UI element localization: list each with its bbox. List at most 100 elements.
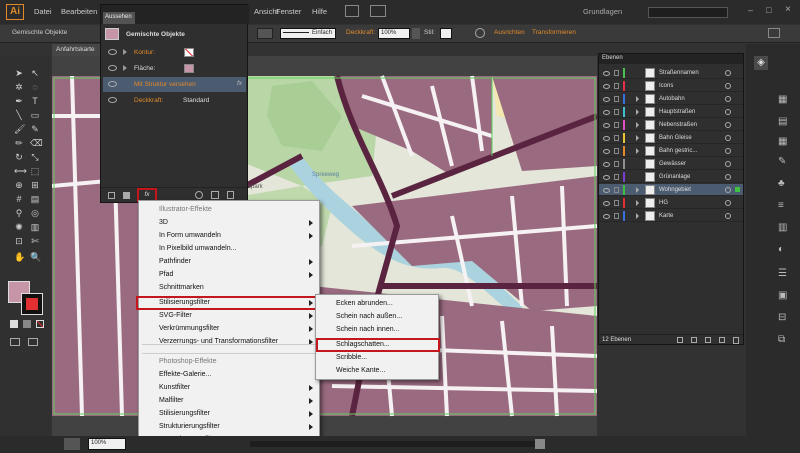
layer-row[interactable]: Hauptstraßen <box>599 106 743 118</box>
close-icon[interactable]: × <box>785 4 791 15</box>
layer-row[interactable]: HG <box>599 197 743 209</box>
stylize-menu-item[interactable]: Scribble... <box>316 352 438 364</box>
lock-icon[interactable] <box>614 174 619 180</box>
visibility-eye-icon[interactable] <box>603 214 610 219</box>
effects-menu-item[interactable]: Stilisierungsfilter <box>139 408 319 420</box>
menu-ansicht[interactable]: Ansicht <box>254 7 279 16</box>
appearance-tab[interactable]: Aussehen <box>103 12 135 24</box>
recolor-icon[interactable] <box>475 28 485 38</box>
expand-triangle-icon[interactable] <box>636 135 639 141</box>
expand-triangle-icon[interactable] <box>636 213 639 219</box>
visibility-eye-icon[interactable] <box>108 49 117 55</box>
effects-menu-item[interactable]: Pathfinder <box>139 256 319 268</box>
scale-icon[interactable]: ⤡ <box>30 152 40 162</box>
workspace-switcher[interactable]: Grundlagen <box>583 7 622 16</box>
blend-tool-icon[interactable]: ◎ <box>30 208 40 218</box>
stylize-menu-item[interactable]: Ecken abrunden... <box>316 298 438 310</box>
arrange-documents-icon[interactable] <box>370 5 386 17</box>
lock-icon[interactable] <box>614 161 619 167</box>
transparency-dock-icon[interactable]: ◐ <box>778 244 784 255</box>
clipping-mask-icon[interactable] <box>691 337 697 343</box>
graphic-style-swatch[interactable] <box>440 28 452 39</box>
target-circle-icon[interactable] <box>725 213 731 219</box>
opacity-dropdown-icon[interactable] <box>412 28 420 39</box>
target-circle-icon[interactable] <box>725 148 731 154</box>
visibility-eye-icon[interactable] <box>603 110 610 115</box>
type-tool-icon[interactable]: T <box>30 96 40 106</box>
fill-swatch-small[interactable] <box>184 64 194 73</box>
stylize-menu-item[interactable]: Weiche Kante... <box>316 365 438 377</box>
opacity-row-link[interactable]: Deckkraft: <box>134 97 163 104</box>
effects-menu-item[interactable]: 3D <box>139 217 319 229</box>
layer-row[interactable]: Wohngebiet <box>599 184 743 196</box>
visibility-eye-icon[interactable] <box>108 65 117 71</box>
effects-menu-item[interactable]: Pfad <box>139 269 319 281</box>
magic-wand-icon[interactable]: ✲ <box>14 82 24 92</box>
line-tool-icon[interactable]: ╲ <box>14 110 24 120</box>
appearance-row-texturizer[interactable]: Mit Struktur versehen fx <box>103 77 246 92</box>
gradient-mode-icon[interactable] <box>23 320 31 328</box>
target-circle-icon[interactable] <box>725 174 731 180</box>
rectangle-tool-icon[interactable]: ▭ <box>30 110 40 120</box>
expand-triangle-icon[interactable] <box>123 49 127 55</box>
stylize-menu-item[interactable]: Schein nach innen... <box>316 324 438 336</box>
artboard-tool-icon[interactable]: ⊡ <box>14 236 24 246</box>
target-circle-icon[interactable] <box>725 70 731 76</box>
visibility-eye-icon[interactable] <box>108 97 117 103</box>
effects-menu-item[interactable]: Verzerrungs- und Transformationsfilter <box>139 336 319 348</box>
control-menu-icon[interactable] <box>768 28 780 38</box>
opacity-link[interactable]: Deckkraft: <box>346 29 375 36</box>
menu-fenster[interactable]: Fenster <box>276 7 301 16</box>
add-fill-icon[interactable] <box>123 192 130 199</box>
locate-object-icon[interactable] <box>677 337 683 343</box>
stroke-swatch-none[interactable] <box>184 48 194 57</box>
expand-triangle-icon[interactable] <box>636 122 639 128</box>
duplicate-item-icon[interactable] <box>211 191 219 199</box>
target-circle-icon[interactable] <box>725 83 731 89</box>
free-transform-icon[interactable]: ⬚ <box>30 166 40 176</box>
lasso-icon[interactable]: ◌ <box>30 82 40 92</box>
visibility-eye-icon[interactable] <box>603 71 610 76</box>
new-layer-icon[interactable] <box>719 337 725 343</box>
expand-triangle-icon[interactable] <box>636 148 639 154</box>
target-circle-icon[interactable] <box>725 161 731 167</box>
trash-icon[interactable] <box>227 191 234 199</box>
layer-row[interactable]: Straßennamen <box>599 67 743 79</box>
lock-icon[interactable] <box>614 83 619 89</box>
clear-appearance-icon[interactable] <box>195 191 203 199</box>
pencil-icon[interactable]: ✎ <box>30 124 40 134</box>
lock-icon[interactable] <box>614 122 619 128</box>
zoom-field[interactable]: 100% <box>88 438 126 450</box>
stylize-menu-item[interactable]: Schein nach außen... <box>316 311 438 323</box>
visibility-eye-icon[interactable] <box>603 175 610 180</box>
selection-tool-icon[interactable]: ➤ <box>14 68 24 78</box>
target-circle-icon[interactable] <box>725 122 731 128</box>
lock-icon[interactable] <box>614 96 619 102</box>
maximize-icon[interactable]: □ <box>766 5 771 15</box>
symbols-dock-icon[interactable]: ♣ <box>778 178 785 189</box>
layer-row[interactable]: Icons <box>599 80 743 92</box>
stroke-swatch[interactable] <box>21 293 43 315</box>
effects-menu-item[interactable]: SVG-Filter <box>139 310 319 322</box>
color-mode-icon[interactable] <box>10 320 18 328</box>
effects-menu-item[interactable]: Kunstfilter <box>139 382 319 394</box>
menu-datei[interactable]: Datei <box>34 7 52 16</box>
align-dock-icon[interactable]: ⊟ <box>778 312 786 323</box>
target-circle-icon[interactable] <box>725 135 731 141</box>
expand-triangle-icon[interactable] <box>636 187 639 193</box>
shape-builder-icon[interactable]: ⊕ <box>14 180 24 190</box>
eraser-icon[interactable]: ⌫ <box>30 138 43 148</box>
visibility-eye-icon[interactable] <box>603 136 610 141</box>
target-circle-icon[interactable] <box>725 96 731 102</box>
align-link[interactable]: Ausrichten <box>494 29 525 36</box>
effects-menu-item[interactable]: Malfilter <box>139 395 319 407</box>
lock-icon[interactable] <box>614 70 619 76</box>
minimize-icon[interactable]: – <box>748 5 753 15</box>
blob-brush-icon[interactable]: ✏ <box>14 138 24 148</box>
stroke-dock-icon[interactable]: ≡ <box>778 200 784 211</box>
effects-menu-item[interactable]: In Pixelbild umwandeln... <box>139 243 319 255</box>
target-circle-icon[interactable] <box>725 109 731 115</box>
paintbrush-icon[interactable]: 🖌 <box>14 124 25 134</box>
lock-icon[interactable] <box>614 187 619 193</box>
horizontal-scrollbar[interactable] <box>250 441 540 447</box>
